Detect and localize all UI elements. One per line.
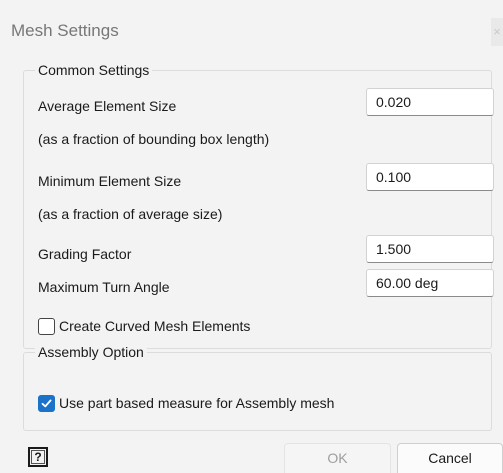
assembly-option-label: Assembly Option: [35, 343, 147, 361]
maximum-turn-angle-input[interactable]: [366, 269, 494, 297]
dialog-title: Mesh Settings: [11, 21, 119, 40]
curved-mesh-label: Create Curved Mesh Elements: [59, 318, 251, 334]
part-based-checkbox[interactable]: [38, 394, 55, 412]
close-button[interactable]: ×: [491, 18, 503, 46]
title-bar: Mesh Settings ×: [0, 0, 503, 50]
curved-mesh-checkbox[interactable]: [38, 317, 55, 335]
cancel-button[interactable]: Cancel: [397, 443, 503, 473]
curved-mesh-checkbox-row[interactable]: Create Curved Mesh Elements: [38, 315, 250, 337]
ok-button[interactable]: OK: [284, 443, 391, 473]
average-element-size-note: (as a fraction of bounding box length): [38, 131, 270, 147]
grading-factor-input[interactable]: [366, 235, 494, 263]
minimum-element-size-note: (as a fraction of average size): [38, 206, 223, 222]
average-element-size-label: Average Element Size: [38, 98, 177, 114]
minimum-element-size-label: Minimum Element Size: [38, 173, 182, 189]
part-based-label: Use part based measure for Assembly mesh: [59, 395, 335, 411]
part-based-checkbox-row[interactable]: Use part based measure for Assembly mesh: [38, 392, 334, 414]
checkmark-icon: [41, 399, 52, 407]
mesh-settings-dialog: Mesh Settings × Common Settings Average …: [0, 0, 503, 473]
minimum-element-size-input[interactable]: [366, 163, 494, 191]
grading-factor-label: Grading Factor: [38, 246, 132, 262]
help-button[interactable]: ?: [28, 447, 48, 467]
average-element-size-input[interactable]: [366, 88, 494, 116]
help-icon: ?: [31, 450, 45, 464]
close-icon: ×: [493, 24, 501, 39]
common-settings-label: Common Settings: [35, 61, 153, 79]
maximum-turn-angle-label: Maximum Turn Angle: [38, 279, 170, 295]
